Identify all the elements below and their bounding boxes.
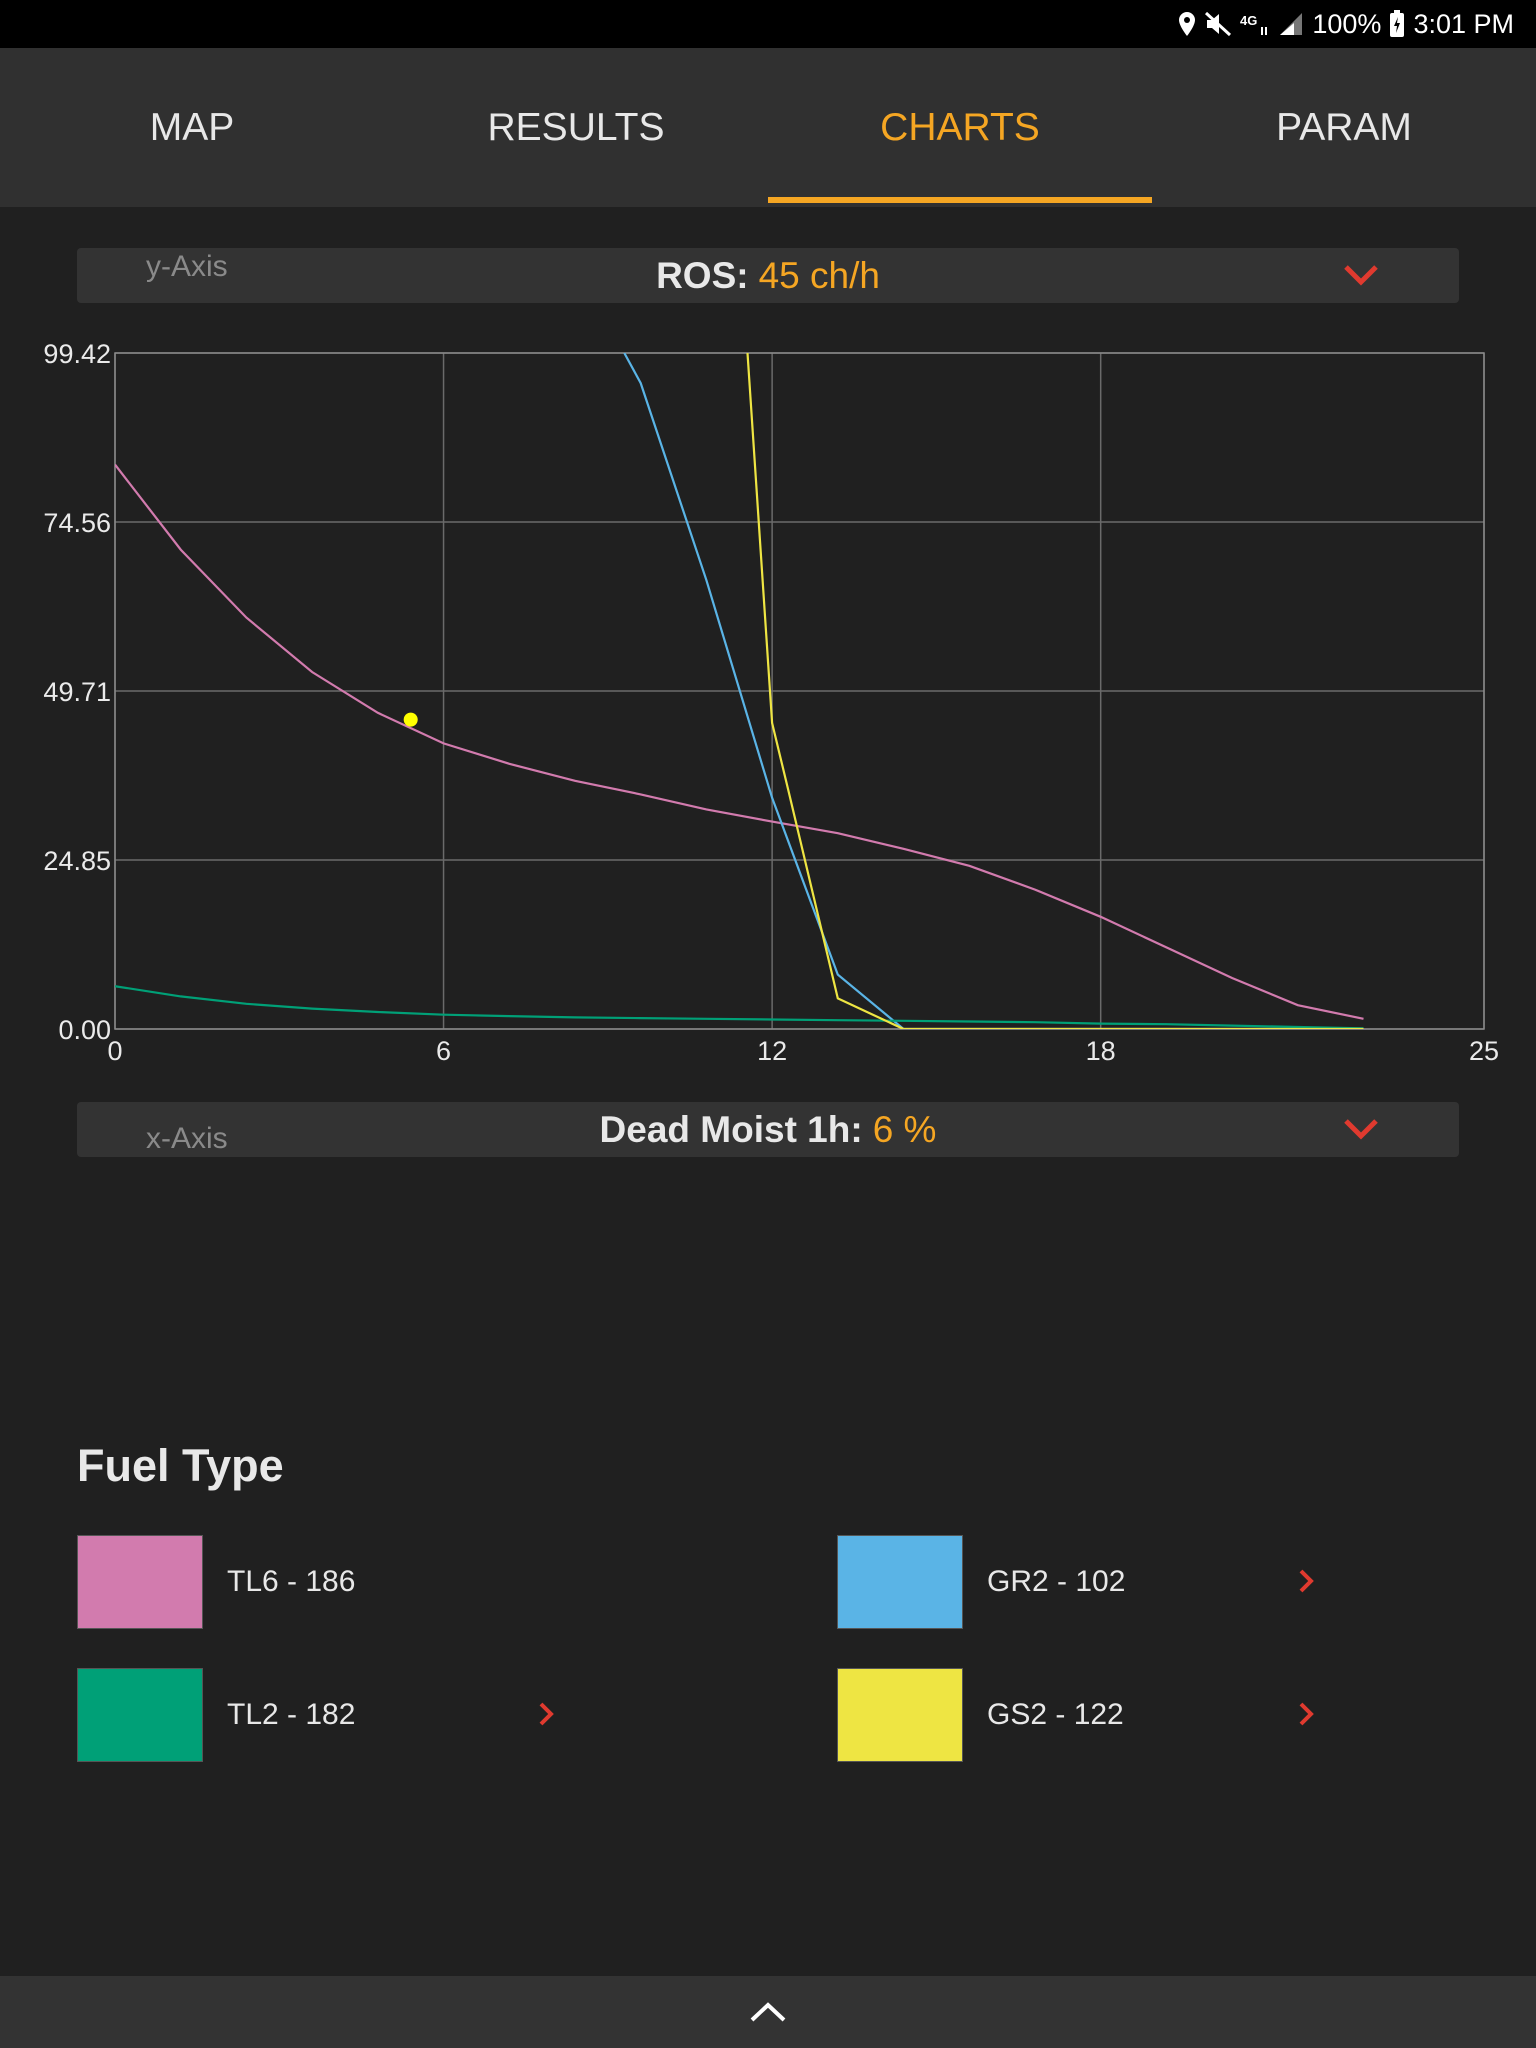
battery-percent: 100% [1312,8,1382,39]
mute-icon [1204,9,1232,39]
legend-swatch [77,1668,203,1762]
network-4g-icon: 4G [1240,9,1270,39]
x-tick-label: 6 [436,1036,451,1066]
active-tab-indicator [768,197,1152,203]
legend-item-gs2[interactable]: GS2 - 122 [837,1668,1437,1762]
x-tick-label: 25 [1469,1036,1499,1066]
svg-text:4G: 4G [1240,13,1257,28]
tab-map[interactable]: MAP [0,48,384,207]
y-tick-label: 74.56 [43,508,111,538]
x-axis-value: Dead Moist 1h: 6 % [77,1102,1459,1157]
tab-param[interactable]: PARAM [1152,48,1536,207]
legend-label: TL6 - 186 [227,1565,356,1598]
x-tick-label: 18 [1086,1036,1116,1066]
y-axis-variable-label: ROS: [656,254,749,296]
battery-charging-icon [1389,9,1405,39]
series-line-tl6 [115,463,1364,1020]
legend-item-tl2[interactable]: TL2 - 182 [77,1668,677,1762]
chevron-down-icon[interactable] [1343,1116,1379,1142]
legend-item-tl6[interactable]: TL6 - 186 [77,1535,677,1629]
status-bar: 4G 100% 3:01 PM [0,0,1536,48]
current-value-marker [403,712,418,727]
y-tick-label: 24.85 [43,846,111,876]
y-axis-variable-value: 45 ch/h [758,254,880,296]
y-axis-value: ROS: 45 ch/h [77,248,1459,303]
tab-bar: MAP RESULTS CHARTS PARAM [0,48,1536,207]
chevron-right-icon[interactable] [537,1701,555,1727]
bottom-drawer-handle[interactable] [0,1976,1536,2048]
ros-chart: 0 6 12 18 250.0024.8549.7174.5699.42 [43,339,1499,1066]
tab-results[interactable]: RESULTS [384,48,768,207]
x-tick-label: 12 [757,1036,787,1066]
legend-swatch [77,1535,203,1629]
x-axis-selector[interactable]: x-Axis Dead Moist 1h: 6 % [77,1102,1459,1157]
y-tick-label: 0.00 [58,1015,111,1045]
legend-swatch [837,1535,963,1629]
y-tick-label: 49.71 [43,677,111,707]
x-axis-variable-label: Dead Moist 1h: [599,1108,863,1150]
chevron-right-icon[interactable] [1297,1701,1315,1727]
series-line-tl2 [115,985,1364,1029]
legend-title: Fuel Type [77,1440,284,1491]
chevron-down-icon[interactable] [1343,262,1379,288]
y-axis-selector[interactable]: y-Axis ROS: 45 ch/h [77,248,1459,303]
chevron-up-icon[interactable] [748,2000,788,2024]
legend-swatch [837,1668,963,1762]
clock: 3:01 PM [1413,8,1514,39]
tab-charts[interactable]: CHARTS [768,48,1152,207]
y-tick-label: 99.42 [43,339,111,369]
chevron-right-icon[interactable] [1297,1568,1315,1594]
location-icon [1178,9,1196,39]
x-axis-variable-value: 6 % [872,1108,937,1150]
legend-label: GR2 - 102 [987,1565,1126,1598]
signal-icon [1278,9,1304,39]
legend-item-gr2[interactable]: GR2 - 102 [837,1535,1437,1629]
status-icons: 4G 100% 3:01 PM [1178,6,1514,42]
legend-label: GS2 - 122 [987,1698,1124,1731]
legend-label: TL2 - 182 [227,1698,356,1731]
